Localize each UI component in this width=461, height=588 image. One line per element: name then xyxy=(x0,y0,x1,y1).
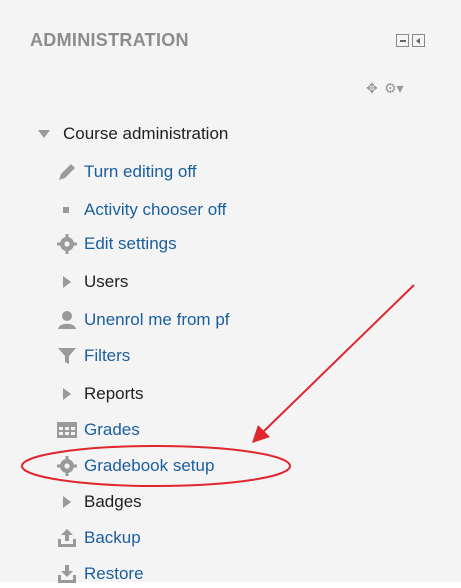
tree-item-label: Backup xyxy=(84,528,141,547)
gear-icon xyxy=(56,233,78,255)
tree-item-label: Unenrol me from pf xyxy=(84,310,230,329)
tree-item-activity-chooser-off[interactable]: Activity chooser off xyxy=(56,196,226,224)
tree-item-restore[interactable]: Restore xyxy=(56,560,144,588)
administration-block: ADMINISTRATION ✥ ⚙▾ Course administratio… xyxy=(0,0,461,583)
annotation-arrow xyxy=(261,284,415,434)
tree-item-gradebook-setup[interactable]: Gradebook setup xyxy=(56,452,214,480)
upload-icon xyxy=(56,527,78,549)
tree-node-course-administration[interactable]: Course administration xyxy=(35,120,228,148)
tree-item-grades[interactable]: Grades xyxy=(56,416,140,444)
tree-item-badges[interactable]: Badges xyxy=(56,488,142,516)
tree-item-label: Turn editing off xyxy=(84,162,197,181)
tree-item-label: Edit settings xyxy=(84,234,177,253)
expand-arrow-icon[interactable] xyxy=(56,491,78,513)
annotation-arrowhead xyxy=(252,425,270,443)
filter-icon xyxy=(56,345,78,367)
tree-item-unenrol[interactable]: Unenrol me from pf xyxy=(56,306,230,334)
tree-item-label: Badges xyxy=(84,492,142,511)
tree-item-label: Users xyxy=(84,272,129,291)
tree-item-backup[interactable]: Backup xyxy=(56,524,141,552)
block-title: ADMINISTRATION xyxy=(30,30,189,50)
tree-item-label: Filters xyxy=(84,346,131,365)
tree-item-turn-editing-off[interactable]: Turn editing off xyxy=(56,158,196,186)
user-icon xyxy=(56,309,78,331)
hide-block-icon[interactable] xyxy=(396,34,409,47)
block-actions-gear-icon[interactable]: ⚙▾ xyxy=(384,80,414,96)
tree-item-label: Grades xyxy=(84,420,140,439)
expand-arrow-icon[interactable] xyxy=(56,271,78,293)
collapse-arrow-icon[interactable] xyxy=(35,123,57,145)
tree-item-users[interactable]: Users xyxy=(56,268,128,296)
dock-block-icon[interactable] xyxy=(412,34,425,47)
tree-item-label: Gradebook setup xyxy=(84,456,215,475)
move-icon[interactable]: ✥ xyxy=(366,81,380,95)
table-icon xyxy=(56,419,78,441)
gear-icon xyxy=(56,455,78,477)
tree-item-reports[interactable]: Reports xyxy=(56,380,144,408)
tree-item-filters[interactable]: Filters xyxy=(56,342,130,370)
bullet-icon xyxy=(56,199,78,221)
tree-item-edit-settings[interactable]: Edit settings xyxy=(56,230,177,258)
pencil-icon xyxy=(56,161,78,183)
tree-item-label: Reports xyxy=(84,384,144,403)
tree-item-label: Restore xyxy=(84,564,144,583)
expand-arrow-icon[interactable] xyxy=(56,383,78,405)
tree-item-label: Activity chooser off xyxy=(84,200,227,219)
tree-node-label: Course administration xyxy=(63,124,229,143)
